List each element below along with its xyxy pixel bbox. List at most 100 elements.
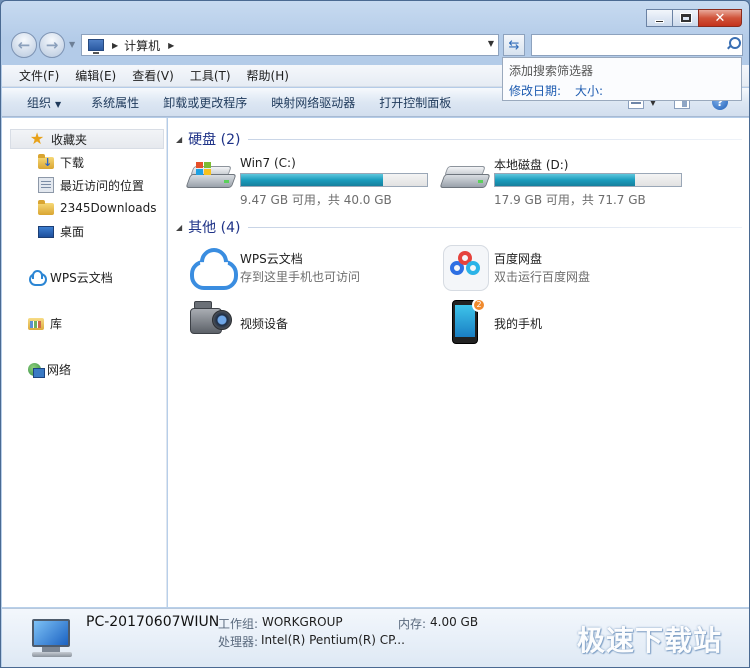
- address-dropdown-icon[interactable]: ▼: [488, 39, 494, 48]
- drive-tile-c[interactable]: Win7 (C:) 9.47 GB 可用，共 40.0 GB: [185, 156, 436, 207]
- breadcrumb-separator-icon[interactable]: ▶: [168, 41, 174, 50]
- sidebar-item-label: WPS云文档: [50, 270, 113, 285]
- item-wps-cloud[interactable]: WPS云文档 存到这里手机也可访问: [186, 244, 436, 294]
- watermark-logo: 极速下载站: [577, 624, 723, 657]
- computer-monitor-icon: [28, 619, 74, 659]
- close-icon: ✕: [714, 10, 726, 26]
- minimize-icon: [655, 19, 664, 23]
- item-baidu-netdisk[interactable]: 百度网盘 双击运行百度网盘: [440, 244, 690, 294]
- star-icon: ★: [29, 129, 45, 148]
- video-camera-icon: [188, 298, 234, 342]
- content-pane: ◢ 硬盘 (2) Win7 (C:) 9.47 GB 可用，共 40.0 GB …: [168, 118, 749, 607]
- computer-name: PC-20170607WIUN: [86, 614, 220, 630]
- breadcrumb-computer[interactable]: 计算机: [124, 37, 160, 54]
- item-my-phone[interactable]: 2 我的手机: [440, 298, 690, 348]
- map-network-drive-button[interactable]: 映射网络驱动器: [271, 94, 355, 111]
- workgroup-label: 工作组:: [218, 617, 259, 631]
- search-filter-hint: 添加搜索筛选器: [509, 64, 594, 78]
- drive-name: Win7 (C:): [240, 156, 296, 170]
- sidebar-item-network[interactable]: 网络: [28, 359, 71, 379]
- menu-file[interactable]: 文件(F): [2, 67, 67, 84]
- refresh-icon: ⇆: [508, 37, 520, 53]
- menu-tools[interactable]: 工具(T): [182, 67, 239, 84]
- uninstall-program-button[interactable]: 卸载或更改程序: [163, 94, 247, 111]
- sidebar-item-libraries[interactable]: 库: [28, 313, 62, 333]
- group-header-other[interactable]: ◢ 其他 (4): [176, 217, 742, 237]
- collapse-icon: ◢: [176, 134, 183, 144]
- sidebar-item-favorites[interactable]: ★ 收藏夹: [10, 129, 164, 149]
- desktop-icon: [38, 226, 54, 238]
- breadcrumb-separator-icon[interactable]: ▶: [112, 41, 118, 50]
- sidebar-item-label: 最近访问的位置: [60, 178, 145, 193]
- system-properties-button[interactable]: 系统属性: [91, 94, 139, 111]
- search-box[interactable]: [531, 34, 743, 56]
- search-icon[interactable]: [726, 37, 741, 51]
- filter-size[interactable]: 大小:: [575, 82, 603, 99]
- recent-pages-dropdown[interactable]: ▼: [69, 40, 75, 49]
- drive-usage-bar: [494, 173, 682, 187]
- drive-space-info: 9.47 GB 可用，共 40.0 GB: [240, 193, 392, 207]
- open-control-panel-button[interactable]: 打开控制面板: [379, 94, 451, 111]
- search-input[interactable]: [532, 35, 712, 55]
- sidebar-item-label: 下载: [60, 155, 85, 170]
- forward-arrow-icon: →: [45, 36, 59, 54]
- sidebar-item-desktop[interactable]: 桌面: [38, 221, 84, 241]
- sidebar-item-downloads[interactable]: 下载: [38, 152, 84, 172]
- sidebar-item-2345downloads[interactable]: 2345Downloads: [38, 198, 156, 218]
- baidu-netdisk-icon: [442, 244, 489, 291]
- explorer-window: ✕ ← → ▼ ▶ 计算机 ▶ ▼ ⇆ 添加搜索筛选器 修改日期: 大小: 文件…: [0, 0, 750, 668]
- cloud-icon: [28, 269, 47, 286]
- item-name: 视频设备: [240, 317, 289, 331]
- maximize-icon: [679, 13, 692, 23]
- item-video-device[interactable]: 视频设备: [186, 298, 436, 348]
- sidebar-item-label: 收藏夹: [51, 132, 88, 147]
- drive-tile-d[interactable]: 本地磁盘 (D:) 17.9 GB 可用，共 71.7 GB: [439, 156, 690, 207]
- back-arrow-icon: ←: [17, 36, 31, 54]
- hard-drive-icon: [185, 162, 237, 190]
- recent-places-icon: [38, 177, 54, 193]
- item-description: 存到这里手机也可访问: [240, 270, 361, 284]
- forward-button[interactable]: →: [39, 32, 65, 58]
- network-icon: [28, 363, 45, 378]
- folder-icon: [38, 200, 54, 215]
- back-button[interactable]: ←: [11, 32, 37, 58]
- organize-label: 组织: [27, 95, 52, 110]
- menu-help[interactable]: 帮助(H): [239, 67, 297, 84]
- group-divider: [248, 226, 742, 228]
- drive-usage-bar: [240, 173, 428, 187]
- processor-value: Intel(R) Pentium(R) CP...: [261, 633, 405, 647]
- collapse-icon: ◢: [176, 222, 183, 232]
- memory-value: 4.00 GB: [430, 615, 479, 629]
- group-divider: [248, 138, 742, 140]
- hard-drive-icon: [439, 166, 491, 190]
- drive-usage-fill: [495, 174, 635, 186]
- navigation-pane: ★ 收藏夹 下载 最近访问的位置 2345Downloads 桌面 WPS云文档…: [2, 118, 167, 607]
- drive-usage-fill: [241, 174, 383, 186]
- maximize-button[interactable]: [672, 9, 699, 27]
- chevron-down-icon: ▼: [55, 99, 62, 109]
- menu-view[interactable]: 查看(V): [124, 67, 182, 84]
- sidebar-item-label: 桌面: [60, 224, 85, 239]
- minimize-button[interactable]: [646, 9, 673, 27]
- navigation-bar: ← → ▼ ▶ 计算机 ▶ ▼ ⇆: [9, 31, 744, 59]
- sidebar-item-recent-places[interactable]: 最近访问的位置: [38, 175, 144, 195]
- menu-edit[interactable]: 编辑(E): [67, 67, 124, 84]
- item-name: WPS云文档: [240, 252, 303, 266]
- processor-label: 处理器:: [218, 635, 259, 649]
- group-title: 硬盘 (2): [188, 132, 241, 148]
- refresh-button[interactable]: ⇆: [503, 34, 525, 56]
- windows-logo-icon: [196, 162, 212, 176]
- organize-button[interactable]: 组织 ▼: [27, 94, 61, 111]
- filter-date-modified[interactable]: 修改日期:: [509, 82, 561, 99]
- address-bar[interactable]: ▶ 计算机 ▶ ▼: [81, 34, 499, 56]
- workgroup-value: WORKGROUP: [262, 615, 343, 629]
- sidebar-item-wps-cloud[interactable]: WPS云文档: [28, 267, 113, 287]
- sidebar-item-label: 库: [50, 316, 63, 331]
- drive-name: 本地磁盘 (D:): [494, 158, 569, 172]
- caption-buttons: ✕: [646, 9, 742, 27]
- close-button[interactable]: ✕: [698, 9, 742, 27]
- sidebar-item-label: 网络: [47, 362, 72, 377]
- phone-icon: 2: [442, 298, 488, 344]
- group-header-drives[interactable]: ◢ 硬盘 (2): [176, 129, 742, 149]
- download-folder-icon: [38, 154, 54, 169]
